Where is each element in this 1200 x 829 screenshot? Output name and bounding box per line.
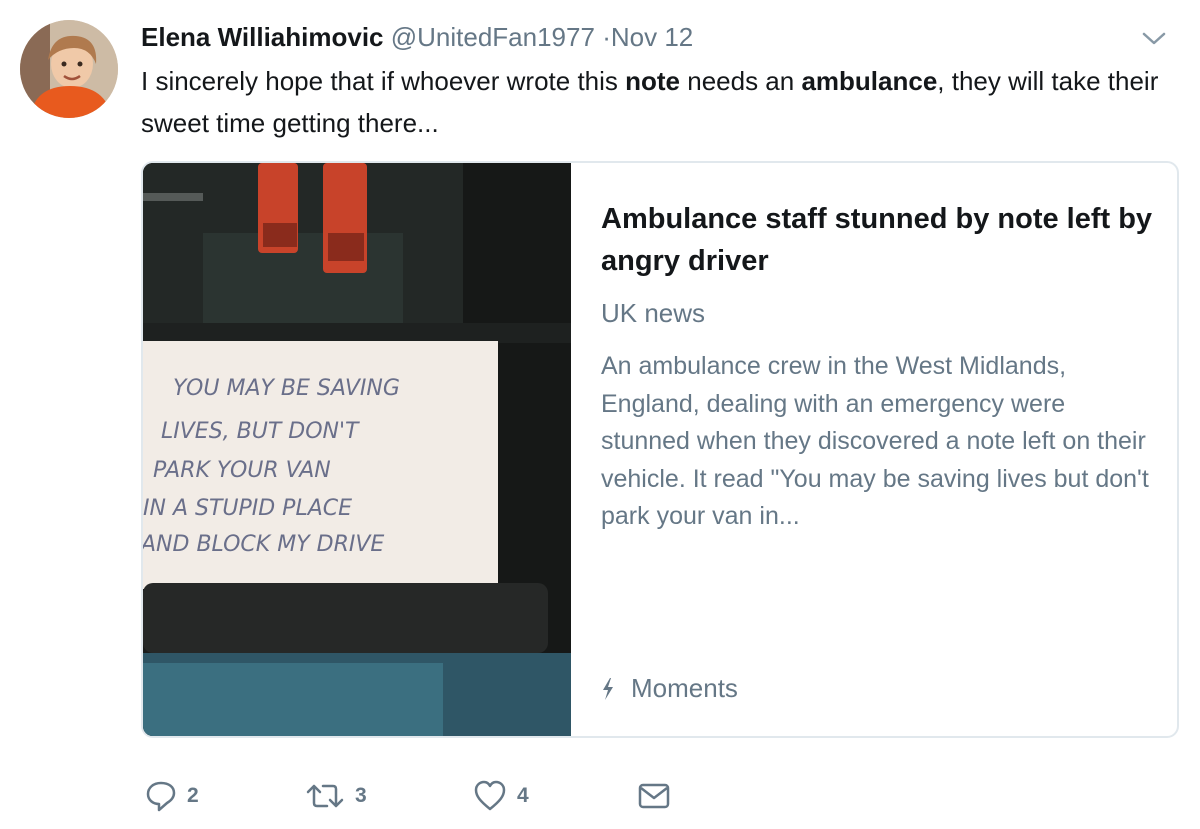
link-card[interactable]: YOU MAY BE SAVING LIVES, BUT DON'T PARK …: [141, 161, 1179, 738]
separator-dot: ·: [602, 22, 611, 52]
note-photo: YOU MAY BE SAVING LIVES, BUT DON'T PARK …: [143, 163, 571, 736]
author-name[interactable]: Elena Williahimovic: [141, 22, 384, 52]
note-text-line: IN A STUPID PLACE: [143, 496, 352, 521]
note-text-line: AND BLOCK MY DRIVE: [143, 532, 384, 557]
moments-label: Moments: [631, 673, 738, 703]
card-image: YOU MAY BE SAVING LIVES, BUT DON'T PARK …: [143, 163, 571, 736]
retweet-count: 3: [355, 784, 367, 807]
note-text-line: PARK YOUR VAN: [153, 458, 331, 483]
author-handle[interactable]: @UnitedFan1977: [391, 22, 595, 52]
tweet-timestamp[interactable]: Nov 12: [611, 22, 693, 52]
tweet-text: I sincerely hope that if whoever wrote t…: [141, 60, 1171, 144]
envelope-icon: [638, 783, 670, 809]
like-count: 4: [517, 784, 529, 807]
card-source: UK news: [601, 298, 706, 328]
reply-button[interactable]: 2: [145, 776, 199, 816]
note-text-line: LIVES, BUT DON'T: [161, 419, 360, 444]
lightning-icon: [603, 678, 613, 700]
direct-message-button[interactable]: [637, 776, 671, 816]
avatar-image: [20, 20, 118, 118]
like-button[interactable]: 4: [473, 776, 529, 816]
tweet-header: Elena Williahimovic @UnitedFan1977 ·Nov …: [141, 20, 1170, 54]
tweet-text-part: I sincerely hope that if whoever wrote t…: [141, 66, 626, 96]
card-title[interactable]: Ambulance staff stunned by note left by …: [601, 198, 1161, 282]
card-body: Ambulance staff stunned by note left by …: [601, 198, 1161, 536]
retweet-icon: [306, 784, 344, 808]
reply-icon: [146, 781, 176, 812]
note-text-line: YOU MAY BE SAVING: [173, 376, 400, 401]
reply-count: 2: [187, 784, 199, 807]
tweet-text-part: needs an: [680, 66, 802, 96]
card-footer[interactable]: Moments: [601, 671, 738, 705]
avatar[interactable]: [20, 20, 118, 118]
heart-icon: [474, 780, 506, 811]
tweet-text-bold: note: [625, 66, 681, 96]
chevron-down-icon[interactable]: [1138, 26, 1170, 50]
retweet-button[interactable]: 3: [305, 776, 367, 816]
card-description: An ambulance crew in the West Midlands, …: [601, 352, 1149, 530]
tweet-text-bold: ambulance: [801, 66, 938, 96]
